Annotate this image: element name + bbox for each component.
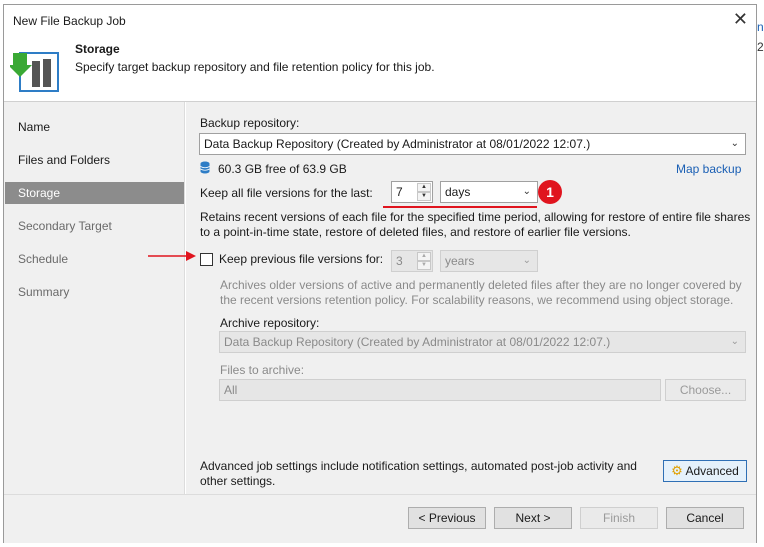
- annotation-arrow-icon: [148, 251, 196, 261]
- sidebar-item-secondary-target[interactable]: Secondary Target: [5, 215, 184, 237]
- keep-versions-value: 7: [396, 185, 403, 199]
- spinner-buttons: ▲ ▼: [417, 183, 431, 201]
- previous-versions-unit-value: years: [445, 254, 475, 268]
- previous-versions-value: 3: [396, 254, 403, 268]
- wizard-header: Storage Specify target backup repository…: [4, 35, 756, 101]
- new-file-backup-job-dialog: New File Backup Job ✕ Storage Specify ta…: [3, 4, 757, 543]
- close-icon[interactable]: ✕: [733, 9, 748, 30]
- advanced-settings-description-1: Advanced job settings include notificati…: [200, 459, 637, 473]
- keep-versions-spinner[interactable]: 7 ▲ ▼: [391, 181, 433, 203]
- choose-button[interactable]: Choose...: [665, 379, 746, 401]
- wizard-footer: < Previous Next > Finish Cancel: [4, 495, 756, 543]
- sidebar-item-name[interactable]: Name: [5, 116, 184, 138]
- advanced-button-label: Advanced: [685, 464, 739, 478]
- backup-repository-value: Data Backup Repository (Created by Admin…: [204, 137, 591, 151]
- storage-backup-icon: [10, 52, 59, 92]
- previous-versions-description-1: Archives older versions of active and pe…: [220, 278, 742, 292]
- step-title: Storage: [75, 42, 120, 56]
- backup-repository-select[interactable]: Data Backup Repository (Created by Admin…: [199, 133, 746, 155]
- cancel-button[interactable]: Cancel: [666, 507, 744, 529]
- chevron-down-icon: ⌄: [522, 255, 531, 266]
- chevron-down-icon: ⌄: [730, 138, 739, 149]
- advanced-button[interactable]: ⚙ Advanced: [663, 460, 747, 482]
- spin-down-icon[interactable]: ▼: [417, 192, 431, 201]
- wizard-steps-sidebar: Name Files and Folders Storage Secondary…: [4, 102, 185, 494]
- annotation-badge: 1: [538, 180, 562, 204]
- window-title: New File Backup Job: [13, 14, 126, 28]
- database-icon: [200, 161, 210, 174]
- step-subtitle: Specify target backup repository and fil…: [75, 60, 435, 74]
- sidebar-item-storage[interactable]: Storage: [5, 182, 184, 204]
- sidebar-item-summary[interactable]: Summary: [5, 281, 184, 303]
- background-text-fragment: 2(: [757, 40, 764, 54]
- spin-up-icon[interactable]: ▲: [417, 183, 431, 192]
- keep-versions-label: Keep all file versions for the last:: [200, 186, 373, 200]
- previous-versions-description-2: the recent versions retention policy. Fo…: [220, 293, 734, 307]
- files-to-archive-label: Files to archive:: [220, 363, 305, 377]
- gear-icon: ⚙: [671, 463, 683, 478]
- map-backup-link[interactable]: Map backup: [676, 162, 741, 176]
- keep-previous-versions-checkbox[interactable]: [200, 253, 213, 266]
- chevron-down-icon: ⌄: [730, 336, 739, 347]
- archive-repository-select[interactable]: Data Backup Repository (Created by Admin…: [219, 331, 746, 353]
- previous-versions-spinner[interactable]: 3 ▲ ▼: [391, 250, 433, 272]
- background-text-fragment: n: [757, 20, 764, 34]
- finish-button[interactable]: Finish: [580, 507, 658, 529]
- free-space-text: 60.3 GB free of 63.9 GB: [218, 162, 347, 176]
- sidebar-item-files-and-folders[interactable]: Files and Folders: [5, 149, 184, 171]
- spin-up-icon: ▲: [417, 252, 431, 261]
- next-button[interactable]: Next >: [494, 507, 572, 529]
- spinner-buttons: ▲ ▼: [417, 252, 431, 270]
- backup-repository-label: Backup repository:: [200, 116, 300, 130]
- previous-versions-unit-select[interactable]: years ⌄: [440, 250, 538, 272]
- keep-versions-description-1: Retains recent versions of each file for…: [200, 210, 751, 224]
- storage-settings-panel: Backup repository: Data Backup Repositor…: [186, 102, 756, 494]
- annotation-underline: [383, 206, 537, 208]
- keep-previous-versions-label: Keep previous file versions for:: [219, 252, 384, 266]
- advanced-settings-description-2: other settings.: [200, 474, 276, 488]
- spin-down-icon: ▼: [417, 261, 431, 270]
- chevron-down-icon: ⌄: [522, 186, 531, 197]
- previous-button[interactable]: < Previous: [408, 507, 486, 529]
- keep-versions-unit-value: days: [445, 185, 471, 199]
- keep-versions-description-2: to a point-in-time state, restore of del…: [200, 225, 631, 239]
- title-bar: New File Backup Job ✕: [4, 5, 756, 35]
- archive-repository-label: Archive repository:: [220, 316, 320, 330]
- keep-versions-unit-select[interactable]: days ⌄: [440, 181, 538, 203]
- archive-repository-value: Data Backup Repository (Created by Admin…: [224, 335, 611, 349]
- files-to-archive-input[interactable]: All: [219, 379, 661, 401]
